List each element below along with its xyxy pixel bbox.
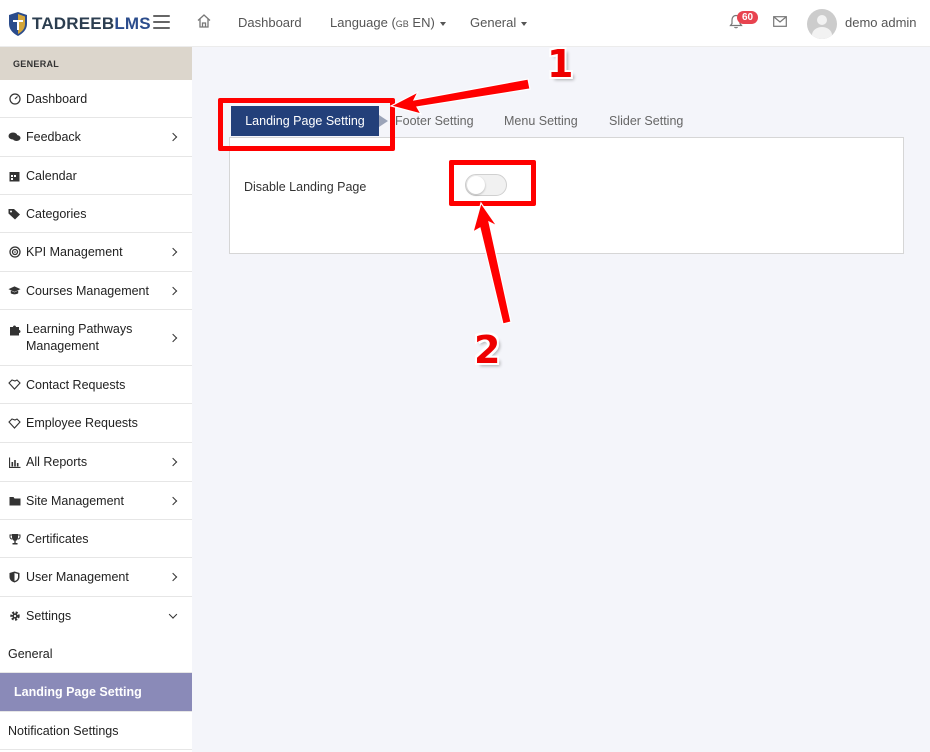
user-avatar[interactable] <box>807 9 837 39</box>
tab-menu-setting[interactable]: Menu Setting <box>504 114 578 128</box>
chevron-right-icon <box>168 333 178 342</box>
user-name[interactable]: demo admin <box>845 15 917 30</box>
chevron-down-icon <box>168 610 178 619</box>
tab-slider-setting[interactable]: Slider Setting <box>609 114 683 128</box>
graduation-cap-icon <box>8 284 21 297</box>
handshake-icon <box>8 417 21 430</box>
toggle-knob <box>467 176 485 194</box>
annotation-number-2: 2 <box>474 328 501 372</box>
nav-language-dropdown[interactable]: Language (GB EN) <box>330 15 446 30</box>
brand-logo[interactable]: TADREEBLMS <box>8 10 151 38</box>
sidebar-subitem-general[interactable]: General <box>0 635 192 673</box>
chevron-right-icon <box>168 496 178 505</box>
gauge-icon <box>8 92 21 105</box>
disable-landing-page-label: Disable Landing Page <box>244 180 367 194</box>
top-navbar: TADREEBLMS Dashboard Language (GB EN) Ge… <box>0 0 930 47</box>
sidebar-item-all-reports[interactable]: All Reports <box>0 443 192 482</box>
sidebar-item-learning-pathways[interactable]: Learning Pathways Management <box>0 310 192 366</box>
tags-icon <box>8 207 21 220</box>
sidebar-item-user-management[interactable]: User Management <box>0 558 192 597</box>
handshake-icon <box>8 378 21 391</box>
brand-name-part2: LMS <box>114 14 151 33</box>
sidebar-item-employee-requests[interactable]: Employee Requests <box>0 404 192 443</box>
calendar-icon <box>8 169 21 182</box>
flag-gb-icon: GB <box>395 19 409 29</box>
sidebar-item-contact-requests[interactable]: Contact Requests <box>0 366 192 404</box>
sidebar-item-certificates[interactable]: Certificates <box>0 520 192 558</box>
sidebar-item-site-management[interactable]: Site Management <box>0 482 192 520</box>
sidebar-item-feedback[interactable]: Feedback <box>0 118 192 157</box>
annotation-number-1: 1 <box>547 42 574 86</box>
trophy-icon <box>8 532 21 545</box>
nav-general-dropdown[interactable]: General <box>470 15 528 30</box>
disable-landing-page-toggle[interactable] <box>465 174 507 196</box>
gear-icon <box>8 610 21 623</box>
comments-icon <box>8 131 21 144</box>
sidebar-item-calendar[interactable]: Calendar <box>0 157 192 195</box>
sidebar-item-categories[interactable]: Categories <box>0 195 192 233</box>
mail-icon[interactable] <box>773 16 787 27</box>
chevron-right-icon <box>168 247 178 257</box>
puzzle-icon <box>8 323 21 336</box>
brand-name-part1: TADREEB <box>32 14 115 33</box>
home-icon[interactable] <box>196 13 212 29</box>
chevron-right-icon <box>168 286 178 295</box>
sidebar-subitem-notification-settings[interactable]: Notification Settings <box>0 712 192 750</box>
hamburger-menu-icon[interactable] <box>153 15 170 29</box>
sidebar-item-kpi-management[interactable]: KPI Management <box>0 233 192 272</box>
bar-chart-icon <box>8 456 21 469</box>
caret-down-icon <box>439 21 446 26</box>
nav-dashboard-label: Dashboard <box>238 15 302 30</box>
tab-footer-setting[interactable]: Footer Setting <box>395 114 474 128</box>
sidebar: GENERAL Dashboard Feedback Calendar Cate… <box>0 47 192 752</box>
sidebar-item-dashboard[interactable]: Dashboard <box>0 80 192 118</box>
shield-icon <box>8 571 21 584</box>
notification-count-badge: 60 <box>737 11 759 24</box>
target-icon <box>8 246 21 259</box>
landing-settings-panel: Disable Landing Page <box>229 137 904 254</box>
caret-down-icon <box>521 21 528 26</box>
sidebar-item-settings[interactable]: Settings <box>0 597 192 635</box>
tab-landing-page-setting[interactable]: Landing Page Setting <box>231 106 388 136</box>
shield-logo-icon <box>9 12 27 36</box>
chevron-right-icon <box>168 572 178 582</box>
sidebar-subitem-landing-page-setting[interactable]: Landing Page Setting <box>0 673 192 712</box>
folder-icon <box>8 494 21 507</box>
sidebar-section-title: GENERAL <box>0 47 192 80</box>
chevron-right-icon <box>168 457 178 467</box>
nav-dashboard[interactable]: Dashboard <box>238 15 302 30</box>
sidebar-item-courses-management[interactable]: Courses Management <box>0 272 192 310</box>
chevron-right-icon <box>168 132 178 142</box>
